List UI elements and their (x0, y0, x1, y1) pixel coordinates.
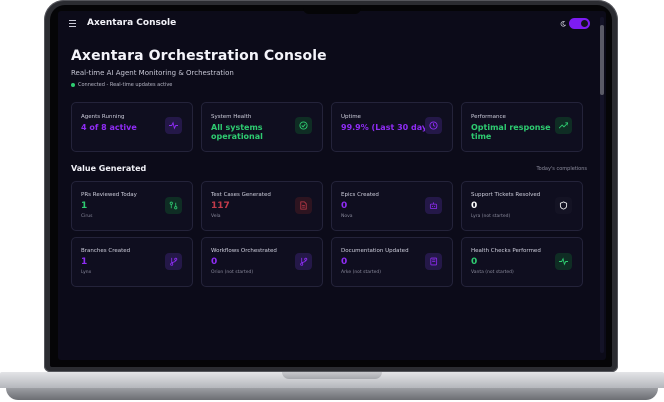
book-icon (430, 257, 438, 266)
section-note: Today's completions (536, 166, 587, 172)
value-number: 0 (471, 201, 478, 211)
agent-name: Vela (211, 214, 221, 219)
stat-label: Uptime (341, 114, 361, 120)
agent-name: Arke (not started) (341, 270, 381, 275)
agent-name: Nova (341, 214, 353, 219)
shield-icon (559, 201, 568, 210)
clock-icon (429, 121, 438, 130)
agent-name: Vanta (not started) (471, 270, 514, 275)
activity-icon (559, 257, 568, 266)
value-card-health: Health Checks Performed 0 Vanta (not sta… (461, 237, 583, 287)
git-compare-icon (169, 201, 178, 210)
top-bar: Axentara Console (58, 11, 606, 37)
value-label: Branches Created (81, 248, 131, 254)
git-branch-icon (300, 257, 308, 266)
page-subtitle: Real-time AI Agent Monitoring & Orchestr… (71, 69, 234, 77)
value-number: 0 (211, 257, 218, 267)
laptop-base (0, 372, 664, 402)
stat-icon-box (165, 117, 182, 134)
camera-notch (303, 5, 361, 14)
toggle-knob (581, 20, 588, 27)
stat-card-uptime: Uptime 99.9% (Last 30 days) (331, 102, 453, 152)
section-title: Value Generated (71, 164, 147, 173)
value-label: Epics Created (341, 192, 379, 198)
stat-icon-box (555, 117, 572, 134)
value-card-epics: Epics Created 0 Nova (331, 181, 453, 231)
value-icon-box (295, 253, 312, 270)
value-card-workflows: Workflows Orchestrated 0 Orion (not star… (201, 237, 323, 287)
stat-value: 99.9% (Last 30 days) (341, 123, 436, 132)
status-dot (71, 82, 75, 87)
check-circle-icon (299, 121, 308, 130)
value-icon-box (555, 253, 572, 270)
value-number: 117 (211, 201, 230, 211)
stat-icon-box (425, 117, 442, 134)
value-number: 0 (341, 257, 348, 267)
moon-icon (560, 21, 566, 27)
base-bottom (6, 388, 658, 400)
value-label: Health Checks Performed (471, 248, 541, 254)
agent-name: Lynx (81, 270, 92, 275)
stat-label: System Health (211, 114, 252, 120)
value-card-tickets: Support Tickets Resolved 0 Lyra (not sta… (461, 181, 583, 231)
activity-icon (169, 121, 178, 130)
value-card-tests: Test Cases Generated 117 Vela (201, 181, 323, 231)
connection-status: Connected - Real-time updates active (71, 82, 172, 88)
value-card-branches: Branches Created 1 Lynx (71, 237, 193, 287)
menu-icon[interactable] (69, 20, 76, 27)
value-icon-box (425, 197, 442, 214)
value-label: PRs Reviewed Today (81, 192, 137, 198)
stat-value: All systems operational (211, 123, 263, 141)
stat-card-performance: Performance Optimal response time (461, 102, 583, 152)
trackpad-notch (282, 372, 382, 379)
stat-value: 4 of 8 active (81, 123, 137, 132)
file-icon (300, 201, 307, 210)
value-icon-box (165, 197, 182, 214)
value-label: Workflows Orchestrated (211, 248, 277, 254)
stat-card-health: System Health All systems operational (201, 102, 323, 152)
trending-up-icon (559, 122, 568, 129)
stat-value: Optimal response time (471, 123, 551, 141)
value-label: Documentation Updated (341, 248, 409, 254)
value-number: 1 (81, 201, 88, 211)
scrollbar-thumb[interactable] (600, 25, 604, 95)
stat-icon-box (295, 117, 312, 134)
bot-icon (429, 202, 438, 210)
value-icon-box (165, 253, 182, 270)
agent-name: Orion (not started) (211, 270, 254, 275)
git-branch-icon (170, 257, 178, 266)
value-card-docs: Documentation Updated 0 Arke (not starte… (331, 237, 453, 287)
stat-card-agents: Agents Running 4 of 8 active (71, 102, 193, 152)
page-title: Axentara Orchestration Console (71, 48, 327, 64)
value-icon-box (555, 197, 572, 214)
value-card-prs: PRs Reviewed Today 1 Cirus (71, 181, 193, 231)
app-screen: Axentara Console Axentara Orchestration … (58, 11, 606, 360)
agent-name: Lyra (not started) (471, 214, 511, 219)
agent-name: Cirus (81, 214, 93, 219)
app-title: Axentara Console (87, 18, 177, 28)
value-number: 1 (81, 257, 88, 267)
value-label: Test Cases Generated (211, 192, 271, 198)
value-number: 0 (471, 257, 478, 267)
value-number: 0 (341, 201, 348, 211)
connection-status-text: Connected - Real-time updates active (78, 82, 173, 88)
value-icon-box (295, 197, 312, 214)
stat-label: Performance (471, 114, 506, 120)
value-label: Support Tickets Resolved (471, 192, 541, 198)
theme-toggle[interactable] (569, 18, 590, 29)
stat-label: Agents Running (81, 114, 125, 120)
value-icon-box (425, 253, 442, 270)
